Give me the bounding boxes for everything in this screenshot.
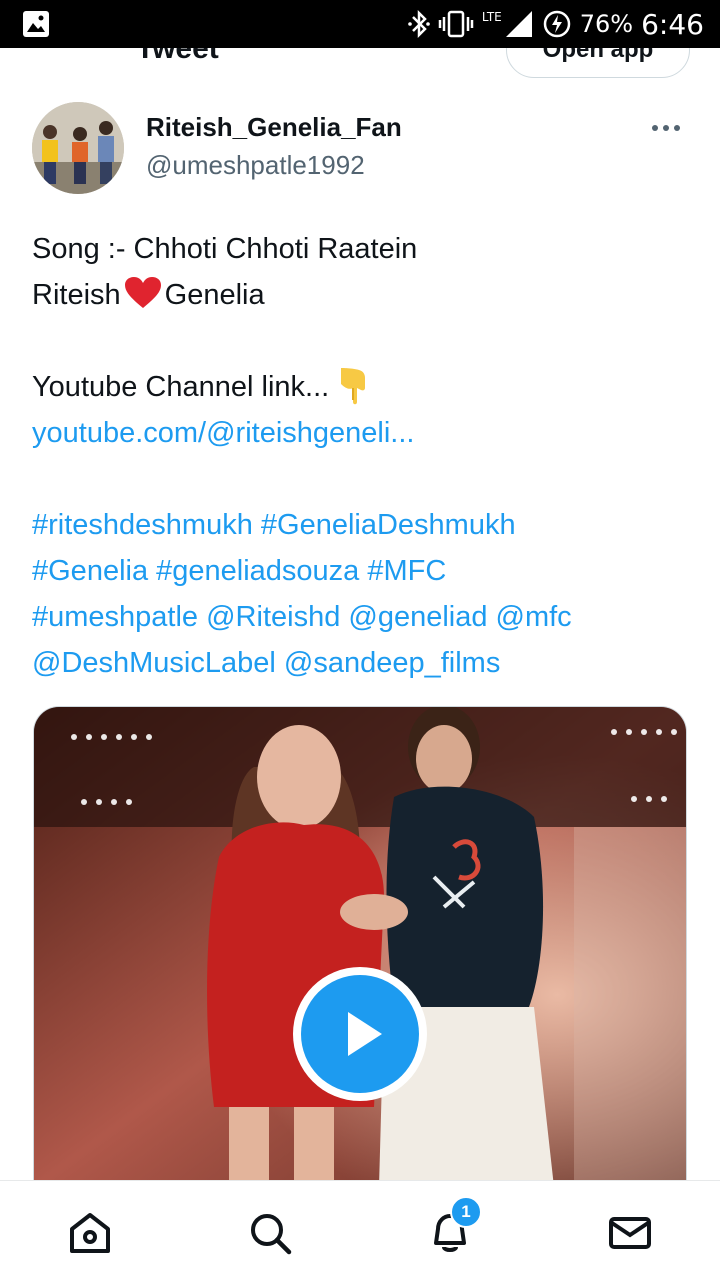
status-bar: LTE 76% 6:46 — [0, 0, 720, 48]
play-icon — [301, 975, 419, 1093]
play-button[interactable] — [293, 967, 427, 1101]
youtube-link[interactable]: youtube.com/@riteishgeneli... — [32, 410, 692, 456]
bluetooth-icon — [408, 9, 430, 39]
notification-badge: 1 — [450, 1196, 482, 1228]
battery-level: 76% — [579, 10, 634, 38]
author-name[interactable]: Riteish_Genelia_Fan — [146, 112, 402, 143]
red-heart-emoji-icon — [124, 277, 161, 308]
network-type: LTE — [481, 10, 502, 24]
hashtag-line[interactable]: #riteshdeshmukh #GeneliaDeshmukh — [32, 502, 692, 548]
author-handle[interactable]: @umeshpatle1992 — [146, 150, 365, 181]
vibrate-icon — [438, 10, 474, 38]
video-thumbnail[interactable] — [33, 706, 687, 1186]
image-icon — [23, 11, 49, 37]
tweet-line: Riteish Genelia — [32, 272, 692, 318]
tweet-text-fragment: Riteish — [32, 279, 121, 311]
hashtag-line[interactable]: #Genelia #geneliadsouza #MFC — [32, 548, 692, 594]
tweet-line: Youtube Channel link... — [32, 364, 692, 410]
mention-line[interactable]: @DeshMusicLabel @sandeep_films — [32, 640, 692, 686]
hashtag-line[interactable]: #umeshpatle @Riteishd @geneliad @mfc — [32, 594, 692, 640]
tweet-text: Song :- Chhoti Chhoti Raatein Riteish Gen… — [32, 226, 692, 686]
tweet-text-fragment: Youtube Channel link... — [32, 371, 330, 403]
tweet-line: Song :- Chhoti Chhoti Raatein — [32, 233, 418, 265]
signal-icon — [505, 11, 532, 37]
messages-icon[interactable] — [606, 1209, 654, 1257]
search-icon[interactable] — [246, 1209, 294, 1257]
avatar[interactable] — [32, 102, 124, 194]
pointing-down-emoji-icon — [341, 368, 366, 405]
clock: 6:46 — [641, 7, 704, 41]
bottom-navigation — [0, 1180, 720, 1280]
tweet-text-fragment: Genelia — [164, 279, 265, 311]
more-options-icon[interactable] — [652, 118, 686, 138]
battery-icon — [543, 10, 571, 38]
home-icon[interactable] — [66, 1209, 114, 1257]
